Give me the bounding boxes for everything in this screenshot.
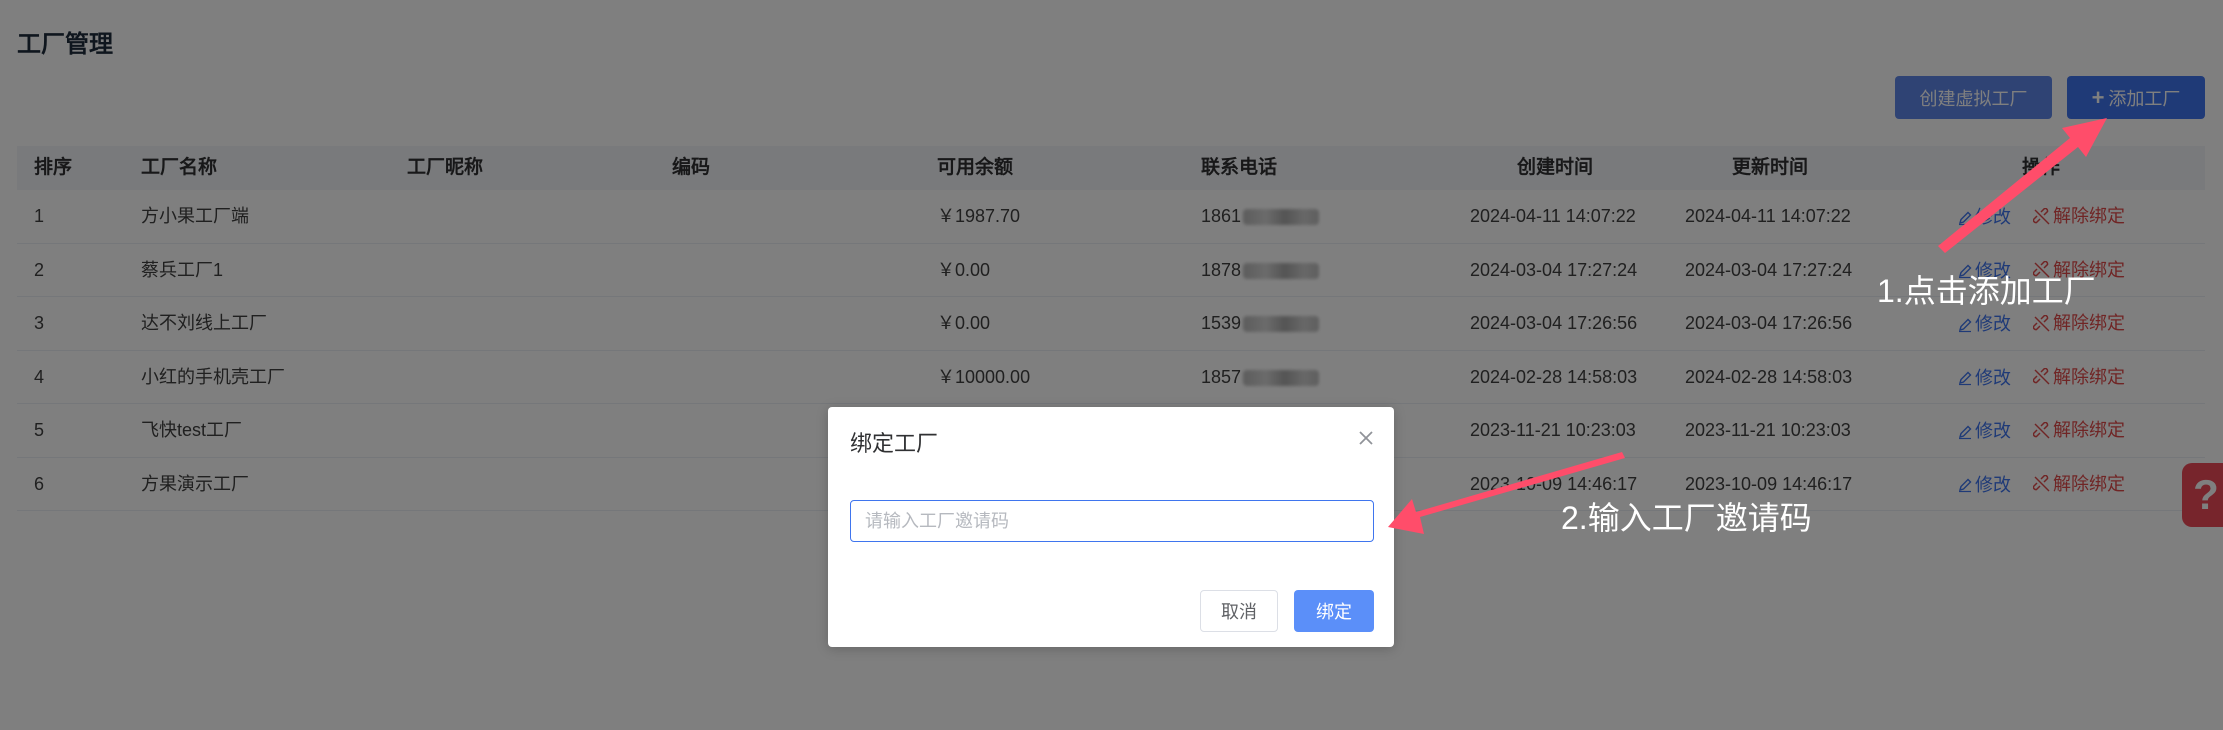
cancel-button[interactable]: 取消 [1200, 590, 1278, 632]
annotation-step-2: 2.输入工厂邀请码 [1561, 500, 1812, 536]
annotation-step-1: 1.点击添加工厂 [1877, 273, 2096, 309]
bind-button[interactable]: 绑定 [1294, 590, 1374, 632]
bind-factory-dialog: 绑定工厂 取消 绑定 [828, 407, 1394, 647]
dialog-title: 绑定工厂 [850, 431, 939, 456]
invite-code-input[interactable] [850, 500, 1374, 542]
close-icon[interactable] [1355, 427, 1377, 449]
